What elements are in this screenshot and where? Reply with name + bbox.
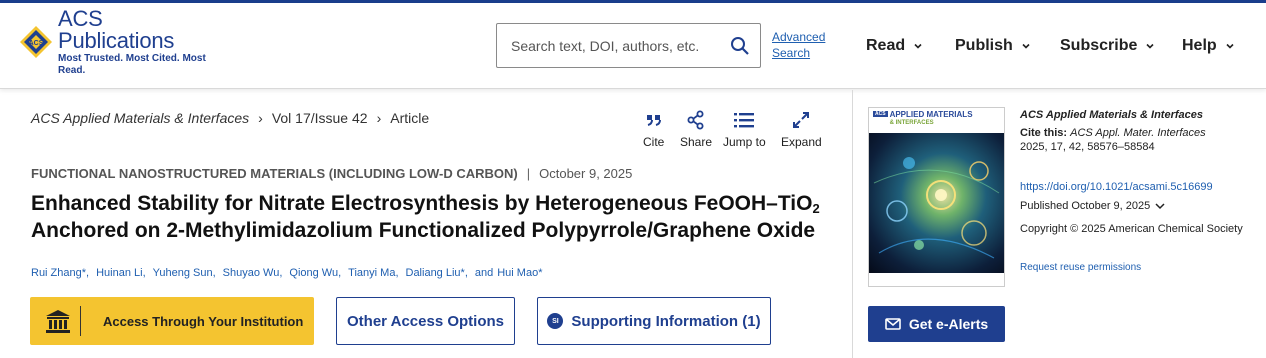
chevron-down-icon	[1146, 43, 1154, 49]
copyright-text: Copyright © 2025 American Chemical Socie…	[1020, 223, 1243, 235]
svg-text:ACS: ACS	[29, 40, 44, 47]
advanced-search-link[interactable]: Advanced Search	[772, 29, 825, 61]
chevron-right-icon: ›	[376, 110, 382, 126]
cover-artwork	[869, 133, 1004, 273]
supporting-info-label: Supporting Information (1)	[571, 312, 761, 330]
share-label: Share	[680, 135, 713, 149]
acs-hexagon-logo-icon: ACS	[20, 26, 52, 58]
nav-subscribe-label: Subscribe	[1060, 37, 1138, 54]
access-institution-label: Access Through Your Institution	[103, 313, 304, 329]
logo-tagline: Most Trusted. Most Cited. Most Read.	[58, 52, 206, 76]
title-part1: Enhanced Stability for Nitrate Electrosy…	[31, 192, 813, 215]
breadcrumb-journal[interactable]: ACS Applied Materials & Interfaces	[31, 110, 249, 126]
author-link[interactable]: Qiong Wu,	[289, 267, 341, 279]
button-divider	[80, 306, 81, 336]
author-link[interactable]: Daliang Liu*,	[406, 267, 468, 279]
other-access-label: Other Access Options	[347, 312, 504, 330]
chevron-right-icon: ›	[258, 110, 263, 126]
share-button[interactable]: Share	[680, 110, 712, 149]
mail-icon	[885, 318, 901, 330]
chevron-down-icon	[1022, 43, 1030, 49]
sidebar-journal-name: ACS Applied Materials & Interfaces	[1020, 109, 1203, 121]
institution-icon	[46, 310, 70, 333]
site-header: ACS ACS Publications Most Trusted. Most …	[0, 3, 1266, 89]
meta-divider: |	[526, 166, 531, 181]
title-part2: Anchored on 2-Methylimidazolium Function…	[31, 219, 816, 242]
author-link[interactable]: Yuheng Sun,	[153, 267, 216, 279]
sidebar-citation: Cite this: ACS Appl. Mater. Interfaces 2…	[1020, 126, 1260, 154]
breadcrumb-issue[interactable]: Vol 17/Issue 42	[272, 110, 368, 126]
published-date-toggle[interactable]: Published October 9, 2025	[1020, 199, 1166, 213]
doi-link[interactable]: https://doi.org/10.1021/acsami.5c16699	[1020, 180, 1213, 194]
get-ealerts-label: Get e-Alerts	[908, 316, 989, 332]
acs-logo[interactable]: ACS ACS Publications Most Trusted. Most …	[18, 7, 218, 76]
access-institution-button[interactable]: Access Through Your Institution	[30, 297, 314, 345]
article-date: October 9, 2025	[539, 166, 633, 181]
search-box	[496, 23, 761, 68]
author-link[interactable]: Shuyao Wu,	[223, 267, 283, 279]
cover-title-line2: & INTERFACES	[889, 120, 934, 126]
nav-help[interactable]: Help	[1182, 37, 1235, 55]
supporting-info-button[interactable]: SI Supporting Information (1)	[537, 297, 771, 345]
nav-publish-label: Publish	[955, 37, 1013, 54]
author-link[interactable]: Rui Zhang*,	[31, 267, 89, 279]
cover-artwork-graphic	[873, 157, 1000, 259]
logo-wordmark: ACS Publications	[58, 5, 175, 53]
published-date: Published October 9, 2025	[1020, 200, 1151, 212]
journal-cover-image[interactable]: ACS APPLIED MATERIALS & INTERFACES	[868, 107, 1005, 287]
author-link[interactable]: Huinan Li,	[96, 267, 146, 279]
chevron-down-icon	[1155, 203, 1165, 210]
search-icon[interactable]	[730, 36, 750, 56]
article-meta: FUNCTIONAL NANOSTRUCTURED MATERIALS (INC…	[31, 166, 632, 181]
other-access-button[interactable]: Other Access Options	[336, 297, 515, 345]
nav-help-label: Help	[1182, 37, 1217, 54]
jump-to-label: Jump to	[723, 135, 766, 149]
cover-footer	[869, 273, 1004, 286]
cover-acs-badge: ACS	[873, 111, 888, 117]
quote-icon	[646, 115, 661, 126]
breadcrumb-page: Article	[390, 110, 430, 126]
sidebar-divider	[852, 90, 853, 358]
cite-reference: 2025, 17, 42, 58576–58584	[1020, 141, 1155, 153]
search-input[interactable]	[511, 37, 726, 54]
author-link[interactable]: Tianyi Ma,	[348, 267, 398, 279]
advanced-search-line1: Advanced	[772, 30, 826, 44]
nav-publish[interactable]: Publish	[955, 37, 1031, 55]
chevron-down-icon	[914, 43, 922, 49]
cite-journal: ACS Appl. Mater. Interfaces	[1070, 127, 1206, 139]
author-link[interactable]: Hui Mao*	[497, 267, 542, 279]
cover-header: ACS APPLIED MATERIALS & INTERFACES	[869, 108, 1004, 133]
article-section: FUNCTIONAL NANOSTRUCTURED MATERIALS (INC…	[31, 166, 518, 181]
expand-icon	[793, 112, 810, 128]
chevron-down-icon	[1226, 43, 1234, 49]
share-icon	[687, 110, 704, 130]
reuse-permissions-link[interactable]: Request reuse permissions	[1020, 261, 1141, 275]
nav-subscribe[interactable]: Subscribe	[1060, 37, 1155, 55]
cover-title-line1: APPLIED MATERIALS	[889, 110, 973, 119]
expand-label: Expand	[781, 135, 822, 149]
nav-read-label: Read	[866, 37, 906, 54]
cite-label: Cite	[643, 135, 665, 149]
si-icon: SI	[547, 313, 564, 329]
author-and: and	[474, 267, 494, 279]
breadcrumb: ACS Applied Materials & Interfaces › Vol…	[31, 110, 429, 126]
nav-read[interactable]: Read	[866, 37, 923, 55]
title-subscript: 2	[812, 201, 820, 216]
cite-button[interactable]: Cite	[643, 110, 664, 149]
article-title: Enhanced Stability for Nitrate Electrosy…	[31, 193, 831, 242]
author-list: Rui Zhang*, Huinan Li, Yuheng Sun, Shuya…	[31, 267, 549, 279]
advanced-search-line2: Search	[772, 46, 811, 60]
jump-to-button[interactable]: Jump to	[723, 110, 766, 149]
list-icon	[734, 113, 755, 128]
cite-this-label: Cite this:	[1020, 127, 1068, 139]
get-ealerts-button[interactable]: Get e-Alerts	[868, 306, 1005, 342]
expand-button[interactable]: Expand	[781, 110, 822, 149]
